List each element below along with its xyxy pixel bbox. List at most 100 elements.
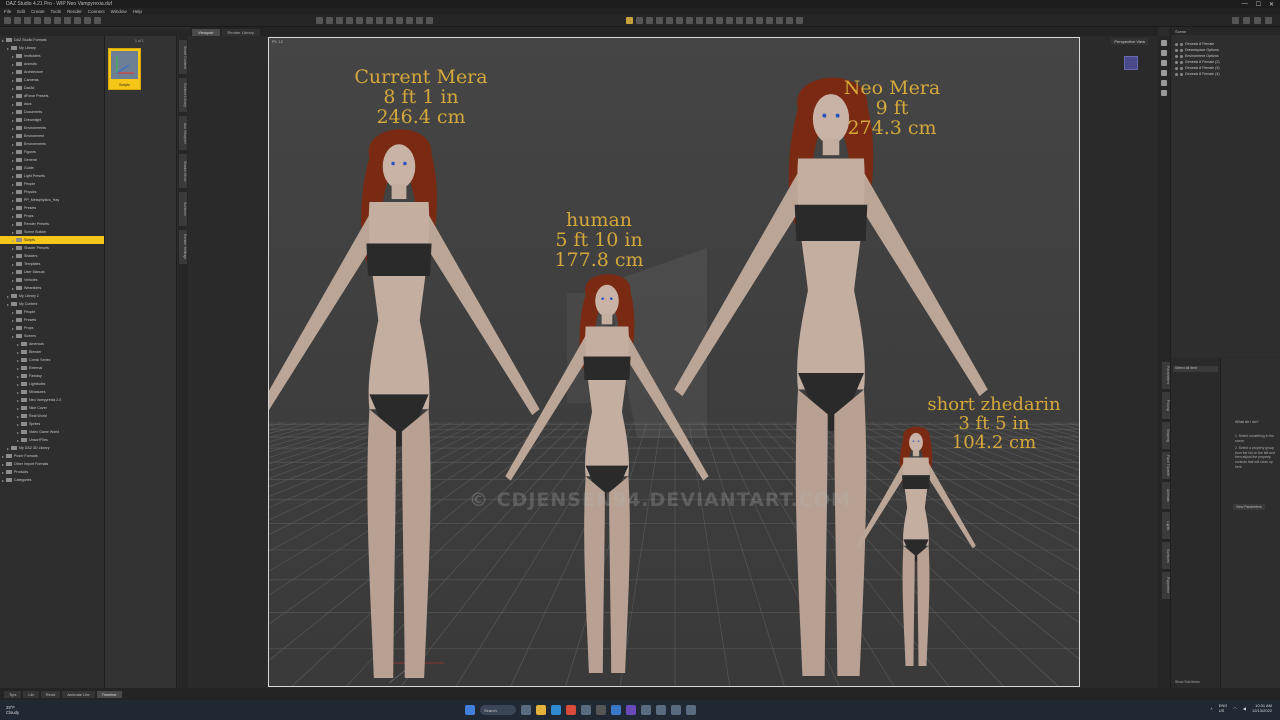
toolbar-tool-icon[interactable] [94,17,101,24]
toolbar-tool-icon[interactable] [686,17,693,24]
lock-icon[interactable] [1180,60,1183,64]
menu-item-file[interactable]: File [4,9,11,14]
clock[interactable]: 10:31 AM 12/13/2022 [1252,703,1272,714]
wifi-icon[interactable]: ◠ [1233,706,1237,711]
tree-item[interactable]: ▸ Architecture [0,68,104,76]
side-tab[interactable]: Aux Viewport [179,116,187,150]
menu-item-edit[interactable]: Edit [17,9,25,14]
edge-icon[interactable] [551,705,561,715]
tree-item[interactable]: ▸ Render Presets [0,220,104,228]
tree-item[interactable]: ▸ docs [0,100,104,108]
side-tab[interactable]: Shader Mixer [179,154,187,188]
menu-item-connect[interactable]: Connect [88,9,105,14]
maximize-icon[interactable]: ☐ [1256,1,1261,8]
volume-icon[interactable]: ◀ [1243,706,1246,711]
nav-tool-icon[interactable] [1161,70,1167,76]
toolbar-tool-icon[interactable] [84,17,91,24]
toolbar-tool-icon[interactable] [706,17,713,24]
scene-list[interactable]: Genesis 8 Female Dreamspace Options Enviro… [1171,35,1280,77]
tree-item[interactable]: ▸ Miniatures [0,388,104,396]
tree-item[interactable]: ▸ !extfolders [0,52,104,60]
close-icon[interactable]: ✕ [1269,1,1274,8]
toolbar-tool-icon[interactable] [746,17,753,24]
toolbar-tool-icon[interactable] [1243,17,1250,24]
tree-item[interactable]: ▸ Documents [0,108,104,116]
toolbar-tool-icon[interactable] [646,17,653,24]
toolbar-tool-icon[interactable] [416,17,423,24]
toolbar-tool-icon[interactable] [386,17,393,24]
show-sub-items-checkbox[interactable]: Show Sub Items [1175,680,1200,684]
visibility-eye-icon[interactable] [1175,60,1178,64]
visibility-eye-icon[interactable] [1175,48,1178,52]
figure-short-zhedarin[interactable] [831,426,1001,666]
tree-item[interactable]: ▸ Categories [0,476,104,484]
taskbar-search[interactable]: Search [480,705,516,715]
tree-item[interactable]: ▸ People [0,180,104,188]
tree-item[interactable]: ▸ Video Game World [0,428,104,436]
tree-item[interactable]: ▸ Guide [0,164,104,172]
content-thumbnail[interactable]: Scripts [108,48,141,90]
tab-lib[interactable]: Lib [23,690,39,698]
tree-item[interactable]: ▸ Other Import Formats [0,460,104,468]
tree-item[interactable]: ▸ Shader Presets [0,244,104,252]
tree-item[interactable]: ▸ External [0,364,104,372]
menu-item-help[interactable]: Help [133,9,142,14]
tree-item[interactable]: ▸ User Manual [0,268,104,276]
toolbar-tool-icon[interactable] [656,17,663,24]
toolbar-tool-icon[interactable] [376,17,383,24]
side-tab[interactable]: Parameters [1162,362,1170,389]
tree-item[interactable]: ▸ Environment [0,132,104,140]
menu-item-create[interactable]: Create [31,9,45,14]
toolbar-tool-icon[interactable] [1265,17,1272,24]
tree-item[interactable]: ▸ Physics [0,188,104,196]
tree-item[interactable]: ▸ Animals [0,60,104,68]
toolbar-tool-icon[interactable] [766,17,773,24]
tree-item[interactable]: ▸ Products [0,468,104,476]
tree-item[interactable]: ▸ My DAZ 3D Library [0,444,104,452]
toolbar-tool-icon[interactable] [736,17,743,24]
toolbar-tool-icon[interactable] [14,17,21,24]
nav-tool-icon[interactable] [1161,90,1167,96]
task-view-icon[interactable] [521,705,531,715]
tree-item[interactable]: ▸ Figures [0,148,104,156]
toolbar-tool-icon[interactable] [74,17,81,24]
toolbar-tool-icon[interactable] [34,17,41,24]
vscode-icon[interactable] [611,705,621,715]
app-icon[interactable] [671,705,681,715]
side-tab[interactable]: Surfaces [1162,542,1170,569]
tree-item[interactable]: ▸ Fantasy [0,372,104,380]
tab-timeline[interactable]: Timeline [96,690,122,698]
toolbar-tool-icon[interactable] [24,17,31,24]
app-icon[interactable] [686,705,696,715]
tree-item[interactable]: ▸ My Library [0,44,104,52]
tree-item[interactable]: ▸ Props [0,324,104,332]
lock-icon[interactable] [1180,66,1183,70]
tree-item[interactable]: ▸ Presets [0,316,104,324]
tree-item[interactable]: ▸ Comic Series [0,356,104,364]
daz-studio-icon[interactable] [596,705,606,715]
toolbar-tool-icon[interactable] [626,17,633,24]
tree-item[interactable]: ▸ Poser Formats [0,452,104,460]
start-icon[interactable] [465,705,475,715]
toolbar-tool-icon[interactable] [1232,17,1239,24]
camera-selector[interactable]: Perspective View [1111,38,1148,45]
tree-item[interactable]: ▸ Blender [0,348,104,356]
tree-item[interactable]: ▸ Vehicles [0,276,104,284]
toolbar-tool-icon[interactable] [366,17,373,24]
tree-item[interactable]: ▸ Sprites [0,420,104,428]
tree-item[interactable]: ▸ dForce Presets [0,92,104,100]
tree-item[interactable]: ▸ Nice Cover [0,404,104,412]
toolbar-tool-icon[interactable] [676,17,683,24]
toolbar-tool-icon[interactable] [756,17,763,24]
render-frame[interactable]: PS. 12 © CDJENSEN94.DEVIANTART.COM Curre… [268,37,1080,687]
view-parameters-button[interactable]: View Parameters [1233,504,1265,510]
tree-item[interactable]: ▸ Shaders [0,252,104,260]
toolbar-tool-icon[interactable] [406,17,413,24]
tab-tips[interactable]: Tips [4,690,22,698]
tree-item[interactable]: ▸ General [0,156,104,164]
scene-item[interactable]: Genesis 8 Female (4) [1171,71,1280,77]
tree-item[interactable]: ▸ Cameras [0,76,104,84]
property-group-dropdown[interactable]: Select all Item [1173,366,1218,372]
tree-item[interactable]: ▸ Scene Builder [0,228,104,236]
visibility-eye-icon[interactable] [1175,42,1178,46]
